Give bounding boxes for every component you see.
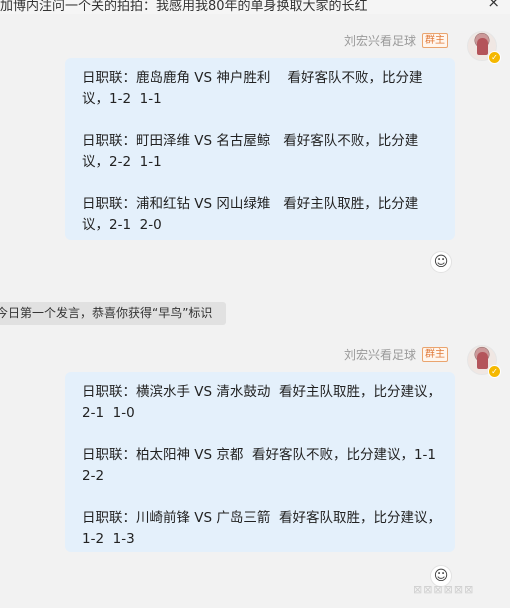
message-bubble[interactable]: 日职联：鹿岛鹿角 VS 神户胜利 看好客队不败，比分建议，1-2 1-1 日职联… <box>65 58 455 240</box>
message-paragraph: 日职联：町田泽维 VS 名古屋鲸 看好客队不败，比分建议，2-2 1-1 <box>82 133 419 170</box>
verified-badge-icon: ✓ <box>488 51 501 64</box>
message-paragraph: 日职联：浦和红钻 VS 冈山绿雉 看好主队取胜，比分建议，2-1 2-0 <box>82 196 419 233</box>
avatar-image <box>477 352 488 369</box>
top-banner-text: 加博内注问一个关的拍拍：我感用我80年的单身换取大家的长红 <box>0 0 368 14</box>
avatar[interactable]: ✓ <box>467 31 501 64</box>
message-bubble[interactable]: 日职联：横滨水手 VS 清水鼓动 看好主队取胜，比分建议，2-1 1-0 日职联… <box>65 372 455 552</box>
avatar[interactable]: ✓ <box>467 345 501 378</box>
message-paragraph: 日职联：川崎前锋 VS 广岛三箭 看好客队取胜，比分建议，1-2 1-3 <box>82 510 441 547</box>
system-notice: 今日第一个发言，恭喜你获得“早鸟”标识 <box>0 302 226 325</box>
sender-name[interactable]: 刘宏兴看足球 <box>344 346 416 363</box>
avatar-image <box>477 38 488 55</box>
watermark: ⊠⊠⊠⊠⊠⊠ <box>413 583 475 596</box>
sender-name[interactable]: 刘宏兴看足球 <box>344 32 416 49</box>
message-paragraph: 日职联：鹿岛鹿角 VS 神户胜利 看好客队不败，比分建议，1-2 1-1 <box>82 70 423 107</box>
verified-badge-icon: ✓ <box>488 365 501 378</box>
message-paragraph: 日职联：柏太阳神 VS 京都 看好客队不败，比分建议，1-1 2-2 <box>82 447 445 484</box>
system-notice-text: 今日第一个发言，恭喜你获得“早鸟”标识 <box>0 306 213 320</box>
group-owner-badge: 群主 <box>422 32 448 48</box>
group-owner-badge: 群主 <box>422 346 448 362</box>
smiley-plus-icon[interactable]: ☺ <box>430 251 452 273</box>
message-paragraph: 日职联：横滨水手 VS 清水鼓动 看好主队取胜，比分建议，2-1 1-0 <box>82 384 441 421</box>
message-header: 刘宏兴看足球 群主 <box>344 31 448 49</box>
top-banner: 加博内注问一个关的拍拍：我感用我80年的单身换取大家的长红 × <box>0 0 510 14</box>
message-header: 刘宏兴看足球 群主 <box>344 345 448 363</box>
close-icon[interactable]: × <box>487 0 500 11</box>
